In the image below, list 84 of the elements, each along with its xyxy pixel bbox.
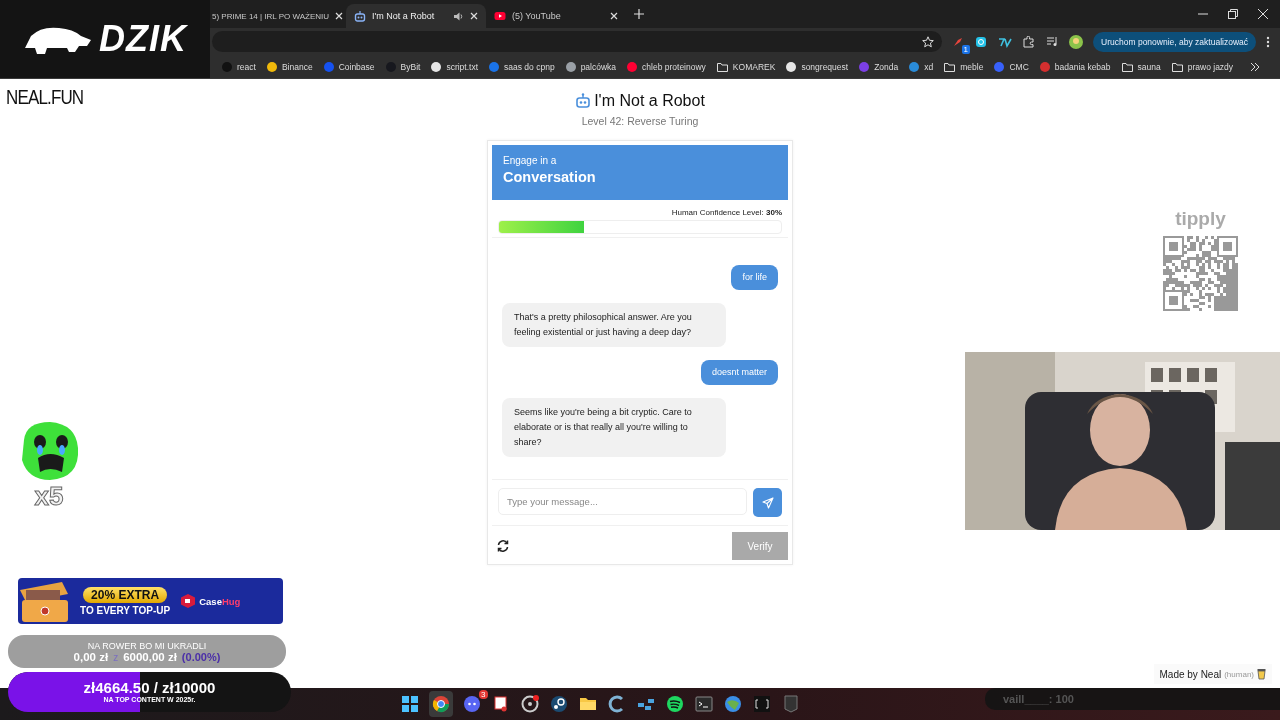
credit-note: (human): [1224, 669, 1254, 679]
close-icon[interactable]: [335, 12, 344, 20]
globe-icon[interactable]: [722, 694, 743, 714]
browser-icon[interactable]: [430, 694, 451, 714]
tipply-logo: tipply: [1175, 208, 1226, 230]
box-icon: [180, 593, 197, 609]
bookmark[interactable]: Zonda: [859, 61, 899, 72]
bookmark[interactable]: chleb proteinowy: [627, 61, 706, 72]
bookmark[interactable]: sauna: [1121, 61, 1161, 72]
video-icon: [494, 10, 506, 22]
browser-tab[interactable]: I'm Not a Robot: [346, 4, 486, 28]
record-icon[interactable]: [519, 694, 540, 714]
folder-icon: [716, 61, 728, 72]
robot-icon: [575, 93, 592, 109]
close-icon[interactable]: [470, 12, 478, 20]
chat-message: vaill____: 100: [985, 688, 1280, 710]
promo-headline: 20% EXTRA: [83, 586, 168, 603]
bot-message: Seems like you're being a bit cryptic. Care to elaborate or is that really all you're willing to share?: [502, 398, 726, 457]
bookmark[interactable]: saas do cpnp: [489, 61, 555, 72]
bookmark[interactable]: ByBit: [385, 61, 421, 72]
header-label: Engage in a: [503, 155, 558, 166]
bookmark[interactable]: badania kebab: [1039, 61, 1111, 72]
rocket-icon: [952, 35, 965, 48]
bookmark[interactable]: prawo jazdy: [1171, 61, 1234, 72]
bookmark[interactable]: Binance: [266, 61, 313, 72]
site-logo[interactable]: NEAL.FUN: [6, 86, 84, 109]
bookmark[interactable]: meble: [944, 61, 984, 72]
more-icon[interactable]: [1266, 35, 1270, 48]
user-message: doesnt matter: [700, 360, 778, 385]
goal-target: 6000,00 zł: [123, 650, 177, 663]
browser-tab[interactable]: (5) YouTube: [486, 4, 626, 28]
puzzle-icon[interactable]: [1023, 35, 1036, 48]
media-icon[interactable]: [1046, 35, 1059, 48]
goal-raised: 0,00 zł: [73, 650, 109, 663]
chat-icon[interactable]: [461, 694, 482, 714]
robot-icon: [354, 10, 366, 22]
page-subtitle: Level 42: Reverse Turing: [581, 115, 699, 127]
close-icon[interactable]: [610, 12, 618, 20]
restore-icon[interactable]: [1228, 9, 1238, 19]
browser-tab[interactable]: 5) PRIME 14 | IRL PO WAŻENIU: [212, 4, 346, 28]
chevron-icon[interactable]: [1250, 61, 1260, 72]
steam-icon[interactable]: [548, 694, 569, 714]
update-button[interactable]: Uruchom ponownie, aby zaktualizować: [1093, 31, 1256, 52]
windows-icon[interactable]: [399, 694, 420, 714]
user-message: for life: [731, 265, 778, 290]
avatar-icon[interactable]: [1069, 34, 1084, 49]
brand-name: CaseHug: [199, 595, 241, 607]
promo-banner[interactable]: 20% EXTRA TO EVERY TOP-UP CaseHug: [18, 578, 283, 624]
folder-icon: [1121, 61, 1133, 72]
extension-badge: 1: [961, 44, 971, 54]
credit-text[interactable]: Made by Neal: [1159, 668, 1222, 680]
confidence-label: Human Confidence Level: 30%: [670, 208, 782, 217]
bookmark[interactable]: palcówka: [565, 61, 617, 72]
folder-icon: [944, 61, 956, 72]
notification-badge: 3: [479, 690, 488, 699]
send-button[interactable]: [753, 488, 782, 517]
cup-icon: [1257, 668, 1266, 680]
new-tab-icon[interactable]: [634, 9, 644, 19]
bookmark[interactable]: KOMAREK: [716, 61, 776, 72]
bookmark[interactable]: Coinbase: [323, 61, 375, 72]
folder-icon: [1171, 61, 1183, 72]
close-icon[interactable]: [1258, 9, 1268, 19]
message-input[interactable]: Type your message...: [498, 488, 747, 515]
bookmark[interactable]: CMC: [994, 61, 1029, 72]
extension-icon[interactable]: [975, 35, 988, 48]
goal-title: NA ROWER BO MI UKRADLI: [87, 640, 207, 651]
header-title: Conversation: [503, 169, 597, 185]
bookmark[interactable]: songrequest: [786, 61, 849, 72]
page-title: I'm Not a Robot: [594, 92, 705, 110]
promo-subline: TO EVERY TOP-UP: [80, 604, 171, 616]
music-icon[interactable]: [664, 694, 685, 714]
bracket-icon[interactable]: [751, 694, 772, 714]
emote-count: x5: [34, 482, 64, 510]
extension-icon[interactable]: [998, 35, 1013, 48]
bookmark[interactable]: react: [222, 61, 256, 72]
terminal-icon[interactable]: [693, 694, 714, 714]
goal-percent: (0.00%): [181, 650, 221, 663]
bookmark[interactable]: script.txt: [431, 61, 479, 72]
send-icon: [761, 496, 774, 509]
logo-text: DZIK: [99, 18, 187, 60]
star-icon[interactable]: [922, 35, 935, 48]
bookmark[interactable]: xd: [909, 61, 934, 72]
refresh-icon[interactable]: [496, 539, 510, 553]
bot-message: That's a pretty philosophical answer. Are you feeling existential or just having a deep day?: [502, 303, 726, 347]
